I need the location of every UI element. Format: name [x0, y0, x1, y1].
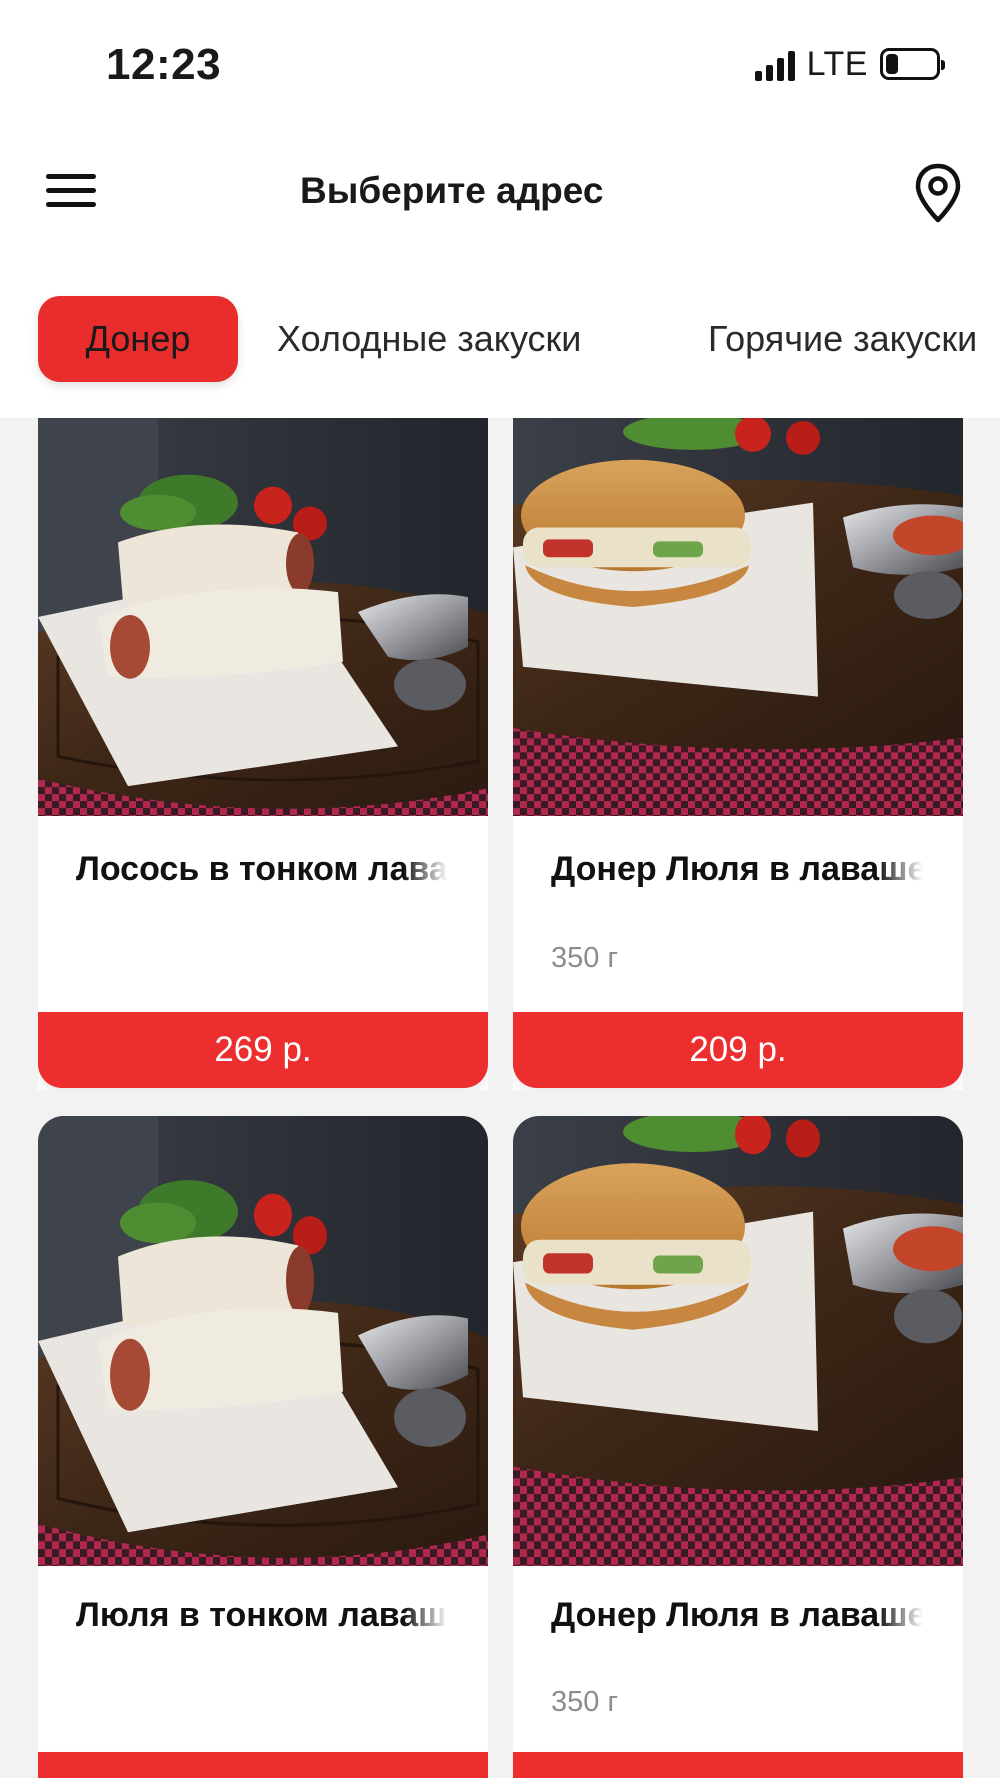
category-tabs: Донер Холодные закуски Горячие закуски	[0, 290, 1000, 400]
product-photo	[38, 418, 488, 816]
product-photo	[513, 1116, 963, 1566]
product-weight: 350 г	[551, 942, 619, 974]
product-name: Донер Люля в лаваше	[551, 1596, 923, 1634]
network-type: LTE	[806, 44, 868, 83]
status-bar: 12:23 LTE	[0, 0, 1000, 120]
address-selector[interactable]: Выберите адрес	[300, 170, 603, 212]
status-time: 12:23	[106, 40, 222, 89]
price-button[interactable]	[38, 1752, 488, 1778]
location-pin-icon[interactable]	[913, 162, 963, 226]
battery-icon	[880, 48, 945, 80]
product-name: Лосось в тонком лаваше	[76, 850, 448, 888]
product-card[interactable]: Донер Люля в лаваше 350 г	[513, 1116, 963, 1778]
product-grid: Лосось в тонком лаваше 269 р. Донер Люля…	[0, 418, 1000, 1778]
signal-icon	[754, 47, 795, 81]
product-card[interactable]: Люля в тонком лаваше	[38, 1116, 488, 1778]
tab-hot-snacks[interactable]: Горячие закуски	[708, 296, 977, 382]
product-card[interactable]: Донер Люля в лаваше 350 г 209 р.	[513, 418, 963, 1090]
tab-doner[interactable]: Донер	[38, 296, 238, 382]
product-photo	[38, 1116, 488, 1566]
product-name: Люля в тонком лаваше	[76, 1596, 448, 1634]
product-weight: 350 г	[551, 1686, 619, 1718]
price-button[interactable]: 209 р.	[513, 1012, 963, 1088]
status-icons: LTE	[754, 44, 945, 84]
app-header: Выберите адрес	[0, 140, 1000, 250]
product-card[interactable]: Лосось в тонком лаваше 269 р.	[38, 418, 488, 1090]
menu-icon[interactable]	[46, 170, 98, 212]
product-photo	[513, 418, 963, 816]
tab-cold-snacks[interactable]: Холодные закуски	[277, 296, 581, 382]
price-button[interactable]: 269 р.	[38, 1012, 488, 1088]
product-name: Донер Люля в лаваше	[551, 850, 923, 888]
price-button[interactable]	[513, 1752, 963, 1778]
